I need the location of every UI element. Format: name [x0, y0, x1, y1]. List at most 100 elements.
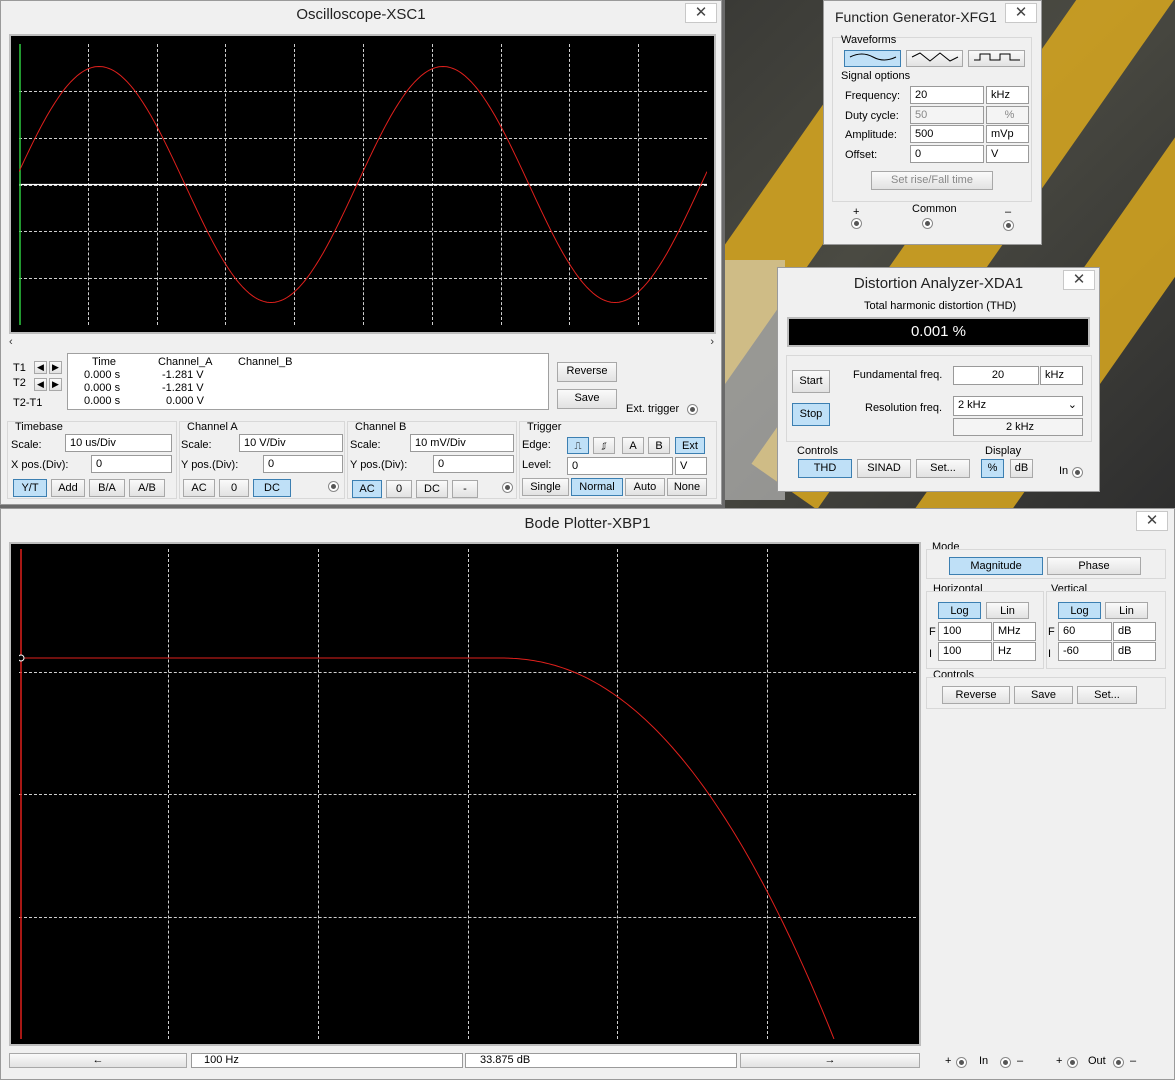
trigger-level-unit[interactable]: V [675, 457, 707, 475]
offset-field[interactable]: 0 [910, 145, 984, 163]
bode-right-arrow-button[interactable]: → [740, 1053, 920, 1068]
t2-left-arrow-icon[interactable]: ◀ [34, 378, 47, 391]
trigger-a-button[interactable]: A [622, 437, 644, 454]
trigger-normal-button[interactable]: Normal [571, 478, 623, 496]
sinad-button[interactable]: SINAD [857, 459, 911, 478]
channel-b-zero-button[interactable]: 0 [386, 480, 412, 498]
percent-button[interactable]: % [981, 459, 1004, 478]
channel-b-ypos-label: Y pos.(Div): [350, 459, 408, 471]
oscilloscope-hscroll[interactable]: ‹ › [9, 336, 716, 348]
trigger-level-field[interactable]: 0 [567, 457, 673, 475]
rising-edge-icon[interactable]: ⎍ [567, 437, 589, 454]
distortion-analyzer-close-button[interactable]: ✕ [1063, 270, 1095, 290]
square-wave-button[interactable] [968, 50, 1025, 67]
horizontal-final-field[interactable]: 100 [938, 622, 992, 641]
vertical-lin-button[interactable]: Lin [1105, 602, 1148, 619]
channel-a-dc-button[interactable]: DC [253, 479, 291, 497]
vertical-initial-field[interactable]: -60 [1058, 642, 1112, 661]
vertical-final-unit[interactable]: dB [1113, 622, 1156, 641]
stop-button[interactable]: Stop [792, 403, 830, 426]
scroll-left-icon[interactable]: ‹ [9, 336, 13, 348]
amplitude-unit[interactable]: mVp [986, 125, 1029, 143]
channel-a-terminal[interactable] [328, 481, 339, 492]
fg-plus-terminal[interactable] [851, 218, 862, 229]
a-over-b-button[interactable]: A/B [129, 479, 165, 497]
thd-label: Total harmonic distortion (THD) [864, 300, 1017, 312]
channel-b-ac-button[interactable]: AC [352, 480, 382, 498]
frequency-unit[interactable]: kHz [986, 86, 1029, 104]
horizontal-final-unit[interactable]: MHz [993, 622, 1036, 641]
channel-a-ac-button[interactable]: AC [183, 479, 215, 497]
timebase-scale-field[interactable]: 10 us/Div [65, 434, 172, 452]
horizontal-log-button[interactable]: Log [938, 602, 981, 619]
trigger-level-label: Level: [522, 459, 552, 471]
scroll-right-icon[interactable]: › [710, 336, 714, 348]
x-pos-label: X pos.(Div): [11, 459, 69, 471]
resolution-freq-select[interactable]: 2 kHz ⌄ [953, 396, 1083, 416]
trigger-ext-button[interactable]: Ext [675, 437, 705, 454]
channel-b-dc-button[interactable]: DC [416, 480, 448, 498]
bode-set-button[interactable]: Set... [1077, 686, 1137, 704]
trigger-b-button[interactable]: B [648, 437, 670, 454]
fundamental-freq-field[interactable]: 20 [953, 366, 1039, 385]
horizontal-lin-button[interactable]: Lin [986, 602, 1029, 619]
vertical-initial-unit[interactable]: dB [1113, 642, 1156, 661]
da-in-terminal[interactable] [1072, 467, 1083, 478]
phase-button[interactable]: Phase [1047, 557, 1141, 575]
channel-a-scale-field[interactable]: 10 V/Div [239, 434, 343, 452]
channel-b-ypos-field[interactable]: 0 [433, 455, 514, 473]
falling-edge-icon[interactable]: ⎎ [593, 437, 615, 454]
chevron-down-icon: ⌄ [1067, 399, 1077, 411]
function-generator-close-button[interactable]: ✕ [1005, 3, 1037, 23]
horizontal-initial-field[interactable]: 100 [938, 642, 992, 661]
trigger-auto-button[interactable]: Auto [625, 478, 665, 496]
channel-a-ypos-field[interactable]: 0 [263, 455, 343, 473]
da-set-button[interactable]: Set... [916, 459, 970, 478]
vertical-log-button[interactable]: Log [1058, 602, 1101, 619]
t2-right-arrow-icon[interactable]: ▶ [49, 378, 62, 391]
save-button[interactable]: Save [557, 389, 617, 409]
oscilloscope-close-button[interactable]: ✕ [685, 3, 717, 23]
fg-common-terminal[interactable] [922, 218, 933, 229]
b-over-a-button[interactable]: B/A [89, 479, 125, 497]
offset-unit[interactable]: V [986, 145, 1029, 163]
channel-b-terminal[interactable] [502, 482, 513, 493]
bode-reverse-button[interactable]: Reverse [942, 686, 1010, 704]
magnitude-button[interactable]: Magnitude [949, 557, 1043, 575]
in-plus-terminal[interactable] [956, 1057, 967, 1068]
bode-plotter-close-button[interactable]: ✕ [1136, 511, 1168, 531]
bode-cursor-marker [19, 654, 25, 662]
fg-minus-terminal[interactable] [1003, 220, 1014, 231]
ext-trigger-terminal[interactable] [687, 404, 698, 415]
thd-button[interactable]: THD [798, 459, 852, 478]
reverse-button[interactable]: Reverse [557, 362, 617, 382]
t1-left-arrow-icon[interactable]: ◀ [34, 361, 47, 374]
t1-right-arrow-icon[interactable]: ▶ [49, 361, 62, 374]
in-minus-terminal[interactable] [1000, 1057, 1011, 1068]
sine-wave-button[interactable] [844, 50, 901, 67]
distortion-analyzer-title: Distortion Analyzer-XDA1 [853, 275, 1024, 292]
db-button[interactable]: dB [1010, 459, 1033, 478]
amplitude-field[interactable]: 500 [910, 125, 984, 143]
frequency-field[interactable]: 20 [910, 86, 984, 104]
yt-button[interactable]: Y/T [13, 479, 47, 497]
out-plus-terminal[interactable] [1067, 1057, 1078, 1068]
set-rise-fall-time-button[interactable]: Set rise/Fall time [871, 171, 993, 190]
vertical-final-field[interactable]: 60 [1058, 622, 1112, 641]
vertical-initial-label: I [1048, 648, 1052, 660]
x-pos-field[interactable]: 0 [91, 455, 172, 473]
triangle-wave-button[interactable] [906, 50, 963, 67]
out-minus-terminal[interactable] [1113, 1057, 1124, 1068]
horizontal-initial-unit[interactable]: Hz [993, 642, 1036, 661]
channel-b-scale-field[interactable]: 10 mV/Div [410, 434, 514, 452]
channel-a-zero-button[interactable]: 0 [219, 479, 249, 497]
add-button[interactable]: Add [51, 479, 85, 497]
trigger-single-button[interactable]: Single [522, 478, 569, 496]
fundamental-freq-unit[interactable]: kHz [1040, 366, 1083, 385]
start-button[interactable]: Start [792, 370, 830, 393]
bode-left-arrow-button[interactable]: ← [9, 1053, 187, 1068]
channel-b-minus-button[interactable]: - [452, 480, 478, 498]
bode-save-button[interactable]: Save [1014, 686, 1073, 704]
in-label: In [979, 1055, 989, 1067]
trigger-none-button[interactable]: None [667, 478, 707, 496]
